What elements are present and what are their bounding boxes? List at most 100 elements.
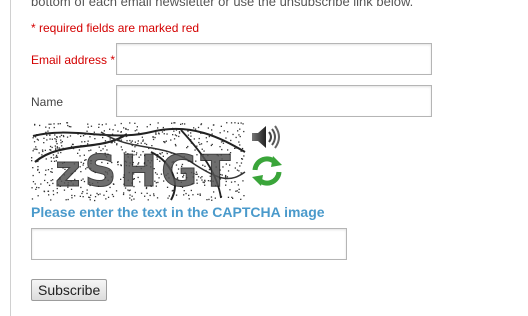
captcha-noise-dot [35, 188, 37, 190]
intro-text: bottom of each email newsletter or use t… [31, 0, 414, 9]
captcha-noise-dot [140, 142, 142, 144]
captcha-noise-dot [211, 143, 213, 146]
captcha-noise-dot [67, 124, 69, 127]
captcha-noise-dot [52, 154, 55, 156]
left-border [10, 0, 11, 316]
captcha-noise-dot [50, 171, 52, 173]
captcha-noise-dot [129, 197, 131, 199]
captcha-noise-dot [149, 123, 151, 126]
captcha-noise-dot [174, 143, 177, 146]
captcha-noise-dot [84, 141, 86, 143]
captcha-noise-dot [53, 123, 55, 125]
captcha-noise-dot [52, 193, 55, 196]
captcha-refresh-button[interactable] [249, 154, 285, 188]
captcha-noise-dot [48, 194, 50, 196]
captcha-noise-dot [47, 130, 49, 132]
captcha-noise-dot [163, 141, 165, 143]
captcha-noise-dot [70, 126, 72, 128]
captcha-noise-dot [236, 190, 238, 192]
captcha-noise-dot [109, 138, 111, 140]
captcha-noise-dot [105, 123, 107, 125]
captcha-noise-dot [32, 137, 34, 139]
name-input[interactable] [116, 85, 432, 117]
captcha-noise-dot [241, 147, 244, 150]
captcha-noise-dot [163, 133, 165, 135]
captcha-noise-dot [181, 123, 184, 125]
captcha-noise-dot [161, 131, 164, 133]
captcha-noise-dot [44, 149, 46, 151]
captcha-noise-dot [54, 138, 56, 140]
captcha-noise-dot [239, 144, 241, 146]
captcha-noise-dot [136, 126, 138, 128]
captcha-noise-dot [86, 130, 88, 132]
captcha-noise-dot [239, 128, 241, 130]
refresh-icon [252, 156, 282, 186]
captcha-noise-dot [238, 170, 240, 172]
captcha-noise-dot [31, 198, 34, 200]
captcha-noise-dot [60, 139, 62, 141]
captcha-noise-dot [68, 125, 70, 128]
captcha-noise-dot [222, 142, 225, 144]
subscribe-button[interactable]: Subscribe [31, 279, 108, 301]
captcha-noise-dot [142, 139, 144, 141]
captcha-audio-button[interactable] [249, 122, 285, 152]
email-label: Email address * [31, 53, 116, 67]
captcha-noise-dot [125, 128, 127, 130]
captcha-noise-dot [48, 123, 50, 125]
name-label: Name [31, 95, 64, 109]
captcha-noise-dot [240, 162, 243, 164]
captcha-noise-dot [240, 172, 242, 174]
captcha-noise-dot [56, 136, 58, 139]
captcha-noise-dot [220, 125, 222, 127]
captcha-noise-dot [235, 190, 237, 192]
captcha-noise-dot [208, 198, 210, 201]
captcha-noise-dot [116, 143, 118, 145]
captcha-noise-dot [239, 165, 241, 167]
captcha-noise-dot [52, 182, 54, 185]
captcha-noise-dot [47, 169, 50, 171]
captcha-noise-dot [193, 127, 195, 129]
captcha-noise-dot [225, 137, 227, 139]
captcha-noise-dot [234, 122, 236, 124]
captcha-input[interactable] [31, 228, 347, 260]
captcha-noise-dot [36, 186, 38, 189]
captcha-noise-dot [60, 142, 62, 144]
captcha-noise-dot [41, 154, 43, 156]
captcha-noise-dot [33, 141, 36, 143]
captcha-noise-dot [45, 126, 47, 128]
captcha-noise-dot [53, 126, 55, 129]
captcha-noise-dot [142, 140, 144, 142]
captcha-noise-dot [234, 167, 236, 169]
captcha-noise-dot [45, 158, 47, 160]
captcha-noise-dot [146, 126, 148, 128]
captcha-noise-dot [31, 187, 33, 189]
captcha-noise-dot [109, 128, 111, 130]
captcha-noise-dot [131, 140, 133, 142]
captcha-noise-dot [152, 138, 155, 141]
captcha-noise-dot [31, 157, 33, 159]
captcha-noise-dot [50, 179, 52, 182]
captcha-noise-dot [59, 123, 61, 125]
captcha-noise-dot [52, 179, 54, 181]
captcha-noise-dot [120, 122, 122, 125]
captcha-noise-dot [69, 135, 72, 137]
email-input[interactable] [116, 43, 432, 75]
captcha-noise-dot [214, 197, 216, 199]
captcha-noise-dot [212, 124, 215, 126]
captcha-noise-dot [46, 139, 48, 141]
captcha-noise-dot [89, 196, 91, 199]
captcha-noise-dot [37, 195, 39, 197]
captcha-noise-dot [87, 143, 89, 145]
captcha-noise-dot [38, 187, 40, 189]
captcha-noise-dot [35, 146, 37, 148]
captcha-noise-dot [200, 143, 203, 145]
captcha-noise-dot [237, 130, 239, 132]
captcha-noise-dot [81, 141, 83, 143]
captcha-noise-dot [32, 167, 34, 169]
captcha-noise-dot [44, 179, 46, 182]
captcha-noise-dot [50, 123, 52, 125]
captcha-noise-dot [67, 198, 69, 201]
captcha-noise-dot [173, 138, 176, 140]
captcha-noise-dot [48, 127, 50, 129]
captcha-noise-dot [57, 123, 59, 125]
